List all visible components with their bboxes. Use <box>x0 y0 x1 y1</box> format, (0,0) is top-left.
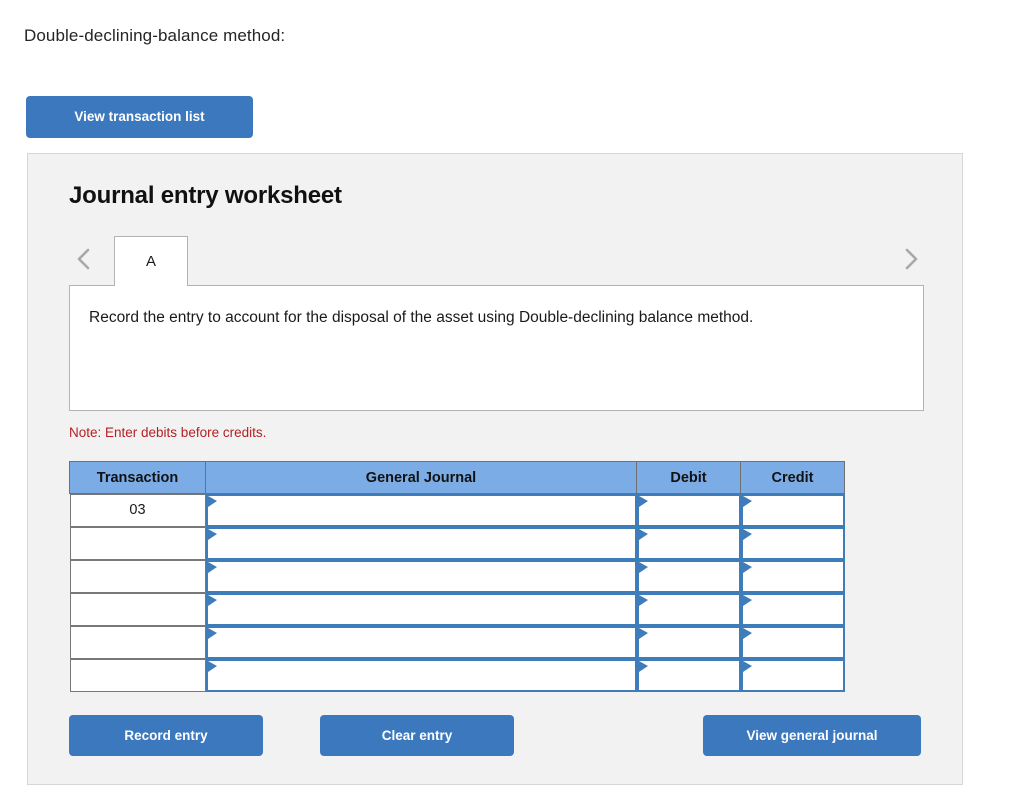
table-row: 03 <box>69 493 845 527</box>
dropdown-caret-icon <box>638 528 648 540</box>
debit-input[interactable] <box>636 559 741 593</box>
table-row <box>69 526 845 560</box>
column-header-debit: Debit <box>636 461 741 494</box>
entry-description-box: Record the entry to account for the disp… <box>69 285 924 411</box>
dropdown-caret-icon <box>207 528 217 540</box>
tab-a[interactable]: A <box>114 236 188 286</box>
dropdown-caret-icon <box>742 660 752 672</box>
dropdown-caret-icon <box>742 528 752 540</box>
general-journal-input[interactable] <box>205 493 637 527</box>
table-row <box>69 559 845 593</box>
dropdown-caret-icon <box>638 495 648 507</box>
column-header-general-journal: General Journal <box>205 461 637 494</box>
table-row <box>69 625 845 659</box>
dropdown-caret-icon <box>207 495 217 507</box>
tab-a-label: A <box>145 253 156 270</box>
table-header-row: Transaction General Journal Debit Credit <box>69 461 845 494</box>
transaction-cell[interactable] <box>69 593 206 626</box>
table-row <box>69 592 845 626</box>
chevron-left-icon[interactable] <box>71 243 97 275</box>
dropdown-caret-icon <box>207 627 217 639</box>
debit-input[interactable] <box>636 592 741 626</box>
dropdown-caret-icon <box>207 561 217 573</box>
dropdown-caret-icon <box>742 627 752 639</box>
debit-input[interactable] <box>636 526 741 560</box>
credit-input[interactable] <box>740 493 845 527</box>
general-journal-input[interactable] <box>205 625 637 659</box>
credit-input[interactable] <box>740 625 845 659</box>
journal-entry-table: Transaction General Journal Debit Credit… <box>69 461 845 692</box>
dropdown-caret-icon <box>638 627 648 639</box>
chevron-right-icon[interactable] <box>898 243 924 275</box>
debit-input[interactable] <box>636 625 741 659</box>
transaction-cell[interactable] <box>69 560 206 593</box>
column-header-credit: Credit <box>740 461 845 494</box>
debit-input[interactable] <box>636 658 741 692</box>
dropdown-caret-icon <box>742 594 752 606</box>
dropdown-caret-icon <box>207 660 217 672</box>
debits-before-credits-note: Note: Enter debits before credits. <box>69 425 267 440</box>
dropdown-caret-icon <box>638 561 648 573</box>
page-title: Journal entry worksheet <box>69 182 342 209</box>
journal-entry-table-body: 03 <box>69 493 845 692</box>
dropdown-caret-icon <box>742 561 752 573</box>
clear-entry-button[interactable]: Clear entry <box>320 715 514 756</box>
page-intro-text: Double-declining-balance method: <box>24 26 286 45</box>
journal-entry-worksheet-panel: Journal entry worksheet A Record the ent… <box>27 153 963 785</box>
worksheet-tabstrip: A <box>69 234 924 286</box>
record-entry-button[interactable]: Record entry <box>69 715 263 756</box>
dropdown-caret-icon <box>638 594 648 606</box>
general-journal-input[interactable] <box>205 559 637 593</box>
view-general-journal-button[interactable]: View general journal <box>703 715 921 756</box>
transaction-cell[interactable]: 03 <box>69 494 206 527</box>
dropdown-caret-icon <box>638 660 648 672</box>
dropdown-caret-icon <box>742 495 752 507</box>
debit-input[interactable] <box>636 493 741 527</box>
column-header-transaction: Transaction <box>69 461 206 494</box>
credit-input[interactable] <box>740 658 845 692</box>
general-journal-input[interactable] <box>205 592 637 626</box>
transaction-cell[interactable] <box>69 527 206 560</box>
transaction-cell[interactable] <box>69 659 206 692</box>
dropdown-caret-icon <box>207 594 217 606</box>
view-transaction-list-button[interactable]: View transaction list <box>26 96 253 138</box>
credit-input[interactable] <box>740 559 845 593</box>
general-journal-input[interactable] <box>205 658 637 692</box>
general-journal-input[interactable] <box>205 526 637 560</box>
entry-description-text: Record the entry to account for the disp… <box>89 309 754 326</box>
credit-input[interactable] <box>740 592 845 626</box>
table-row <box>69 658 845 692</box>
transaction-cell[interactable] <box>69 626 206 659</box>
credit-input[interactable] <box>740 526 845 560</box>
